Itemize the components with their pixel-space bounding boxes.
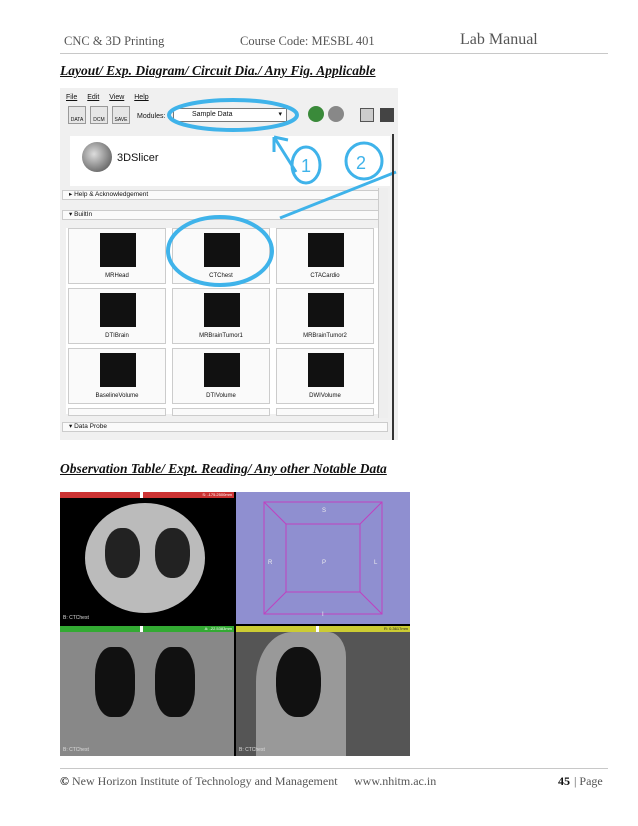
cube-label-p: P bbox=[322, 560, 326, 566]
cube-label-i: I bbox=[322, 612, 324, 618]
header-manual: Lab Manual bbox=[460, 31, 538, 48]
sagittal-label: B: CTChest bbox=[239, 747, 265, 753]
viewer-screenshot: S: -175.2500mm B: CTChest S I R L P A: -… bbox=[60, 492, 410, 756]
axial-label: B: CTChest bbox=[63, 615, 89, 621]
3d-cube: S I R L P bbox=[263, 501, 383, 618]
coronal-value: A: -22.5383mm bbox=[204, 626, 232, 631]
cube-label-l: L bbox=[374, 560, 378, 566]
3d-view: S I R L P bbox=[236, 492, 410, 624]
copyright-icon: © bbox=[60, 774, 69, 788]
annotation-circle-ctchest bbox=[166, 215, 274, 287]
cube-label-s: S bbox=[322, 508, 326, 514]
annotation-circle-modules bbox=[167, 98, 299, 132]
coronal-right-lung bbox=[155, 647, 195, 717]
sagittal-value: R: 0.3617mm bbox=[383, 626, 408, 631]
sagittal-lung bbox=[276, 647, 321, 717]
footer-institute: New Horizon Institute of Technology and … bbox=[72, 774, 338, 788]
header-code: Course Code: MESBL 401 bbox=[240, 34, 375, 48]
annotation-label-1: 1 bbox=[301, 156, 311, 176]
coronal-label: B: CTChest bbox=[63, 747, 89, 753]
annotation-label-2: 2 bbox=[356, 153, 366, 173]
divider-line bbox=[392, 134, 394, 440]
page-label: | Page bbox=[574, 774, 603, 788]
left-lung bbox=[105, 528, 140, 578]
footer-website: www.nhitm.ac.in bbox=[354, 774, 437, 788]
header-course: CNC & 3D Printing bbox=[64, 34, 165, 48]
cube-label-r: R bbox=[268, 560, 273, 566]
page-number: 45 bbox=[558, 774, 570, 788]
page-footer: © New Horizon Institute of Technology an… bbox=[60, 768, 608, 788]
slicer-screenshot: File Edit View Help DATA DCM SAVE Module… bbox=[60, 88, 398, 440]
sagittal-view: B: CTChest bbox=[236, 632, 410, 756]
annotation-overlay: 1 2 bbox=[166, 98, 397, 287]
section-title-observation: Observation Table/ Expt. Reading/ Any ot… bbox=[60, 461, 387, 476]
axial-view: B: CTChest bbox=[60, 498, 234, 624]
section-title-layout: Layout/ Exp. Diagram/ Circuit Dia./ Any … bbox=[60, 63, 376, 78]
page-header: CNC & 3D Printing Course Code: MESBL 401… bbox=[60, 31, 608, 54]
coronal-left-lung bbox=[95, 647, 135, 717]
right-lung bbox=[155, 528, 190, 578]
coronal-view: B: CTChest bbox=[60, 632, 234, 756]
axial-value: S: -175.2500mm bbox=[202, 492, 232, 497]
